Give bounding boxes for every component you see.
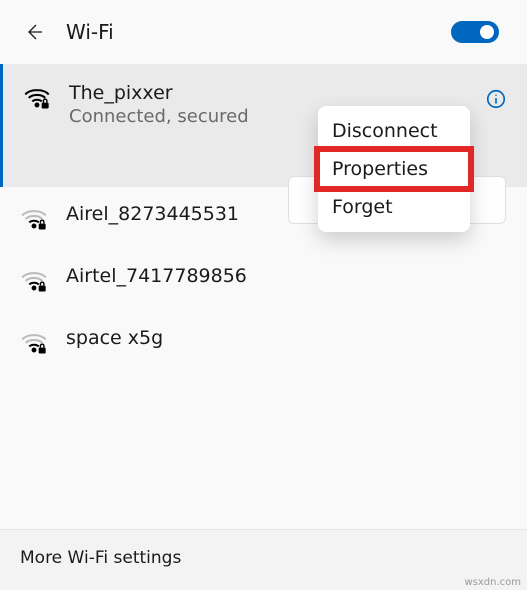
wifi-secure-icon <box>20 267 48 295</box>
network-ssid: space x5g <box>66 327 507 349</box>
network-ssid: Airtel_7417789856 <box>66 265 507 287</box>
arrow-left-icon <box>24 22 44 42</box>
page-title: Wi-Fi <box>66 20 114 44</box>
header-left: Wi-Fi <box>20 18 114 46</box>
context-menu: Disconnect Properties Forget <box>318 106 470 232</box>
back-button[interactable] <box>20 18 48 46</box>
more-wifi-settings[interactable]: More Wi-Fi settings <box>0 529 527 590</box>
header: Wi-Fi <box>0 0 527 64</box>
wifi-toggle[interactable] <box>451 21 499 43</box>
menu-item-properties[interactable]: Properties <box>318 150 470 188</box>
wifi-secure-icon <box>20 329 48 357</box>
menu-item-disconnect[interactable]: Disconnect <box>318 112 470 150</box>
more-settings-label: More Wi-Fi settings <box>20 548 181 568</box>
network-text: space x5g <box>66 327 507 349</box>
network-row[interactable]: Airtel_7417789856 <box>0 249 527 311</box>
wifi-secure-icon <box>23 84 51 112</box>
menu-item-forget[interactable]: Forget <box>318 188 470 226</box>
info-icon[interactable] <box>485 88 507 110</box>
network-row[interactable]: space x5g <box>0 311 527 373</box>
connected-ssid: The_pixxer <box>69 82 467 104</box>
wifi-secure-icon <box>20 205 48 233</box>
watermark: wsxdn.com <box>464 577 521 588</box>
network-text: Airtel_7417789856 <box>66 265 507 287</box>
